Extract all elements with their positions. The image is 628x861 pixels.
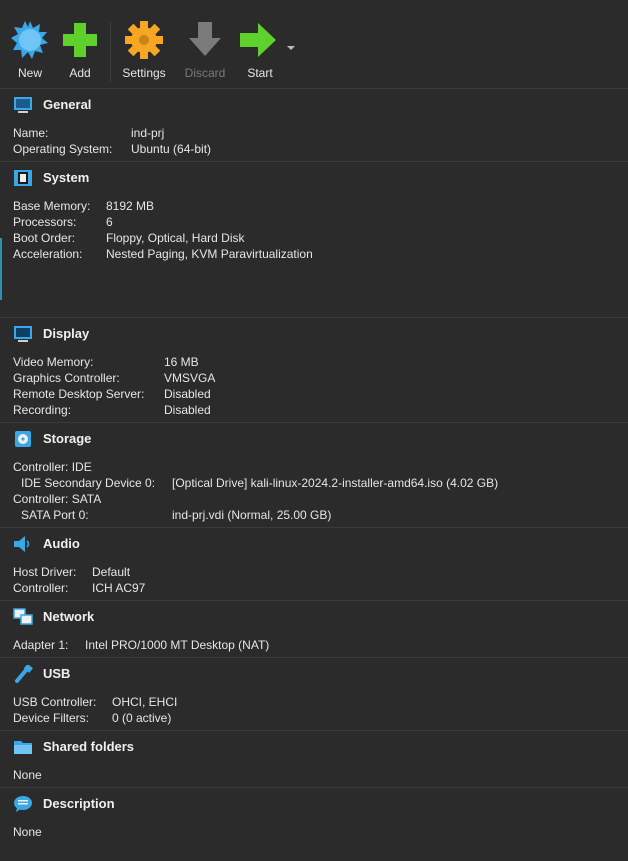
row-value: ind-prj bbox=[131, 126, 165, 140]
row-key: Controller: IDE bbox=[13, 460, 92, 474]
row-key: Processors: bbox=[13, 215, 77, 229]
row-key: IDE Secondary Device 0: bbox=[21, 476, 156, 490]
start-dropdown-arrow-icon[interactable] bbox=[287, 46, 295, 50]
monitor-icon bbox=[14, 97, 32, 113]
row-key: Operating System: bbox=[13, 142, 113, 156]
section-title: Description bbox=[43, 796, 115, 811]
row-value: Ubuntu (64-bit) bbox=[131, 142, 212, 156]
toolbar: New Add Settings Discard Start bbox=[0, 0, 628, 88]
row-key: Recording: bbox=[13, 403, 72, 417]
section-general: General Name: ind-prj Operating System: Ub… bbox=[0, 88, 628, 161]
row-key: Adapter 1: bbox=[13, 638, 69, 652]
section-title: USB bbox=[43, 666, 71, 681]
section-usb: USB USB Controller: OHCI, EHCI Device Fil… bbox=[0, 657, 628, 730]
network-icon bbox=[13, 608, 33, 625]
row-value: VMSVGA bbox=[164, 371, 216, 385]
storage-disk-icon bbox=[15, 431, 31, 447]
section-header[interactable]: System bbox=[0, 162, 628, 192]
row-key: Name: bbox=[13, 126, 49, 140]
row-key: None bbox=[13, 825, 42, 839]
section-network: Network Adapter 1: Intel PRO/1000 MT Desk… bbox=[0, 600, 628, 657]
row-value: Floppy, Optical, Hard Disk bbox=[106, 231, 245, 245]
section-title: Display bbox=[43, 326, 90, 341]
section-description: Description None bbox=[0, 787, 628, 861]
row-key: Video Memory: bbox=[13, 355, 94, 369]
row-key: None bbox=[13, 768, 42, 782]
row-value: OHCI, EHCI bbox=[112, 695, 178, 709]
toolbar-separator bbox=[110, 22, 111, 82]
row-value: ind-prj.vdi (Normal, 25.00 GB) bbox=[172, 508, 332, 522]
row-value: Nested Paging, KVM Paravirtualization bbox=[106, 247, 313, 261]
row-key: Graphics Controller: bbox=[13, 371, 120, 385]
section-audio: Audio Host Driver: Default Controller: ICH… bbox=[0, 527, 628, 600]
add-label: Add bbox=[69, 66, 91, 80]
speech-bubble-icon bbox=[14, 796, 32, 812]
row-key: SATA Port 0: bbox=[21, 508, 89, 522]
section-title: General bbox=[43, 97, 92, 112]
row-value: 8192 MB bbox=[106, 199, 155, 213]
start-label: Start bbox=[247, 66, 273, 80]
row-value: 6 bbox=[106, 215, 113, 229]
section-header[interactable]: General bbox=[0, 89, 628, 119]
discard-arrow-down-icon bbox=[189, 22, 221, 56]
section-header[interactable]: Storage bbox=[0, 423, 628, 453]
section-title: System bbox=[43, 170, 90, 185]
row-value: 16 MB bbox=[164, 355, 199, 369]
row-key: Controller: SATA bbox=[13, 492, 102, 506]
row-key: Host Driver: bbox=[13, 565, 77, 579]
add-icon bbox=[63, 23, 97, 57]
row-key: Remote Desktop Server: bbox=[13, 387, 145, 401]
section-display: Display Video Memory: 16 MB Graphics Cont… bbox=[0, 317, 628, 422]
usb-icon bbox=[15, 665, 33, 683]
row-key: Device Filters: bbox=[13, 711, 90, 725]
section-header[interactable]: Network bbox=[0, 601, 628, 631]
row-value: [Optical Drive] kali-linux-2024.2-instal… bbox=[172, 476, 499, 490]
section-header[interactable]: Display bbox=[0, 318, 628, 348]
row-key: Base Memory: bbox=[13, 199, 91, 213]
section-storage: Storage Controller: IDE IDE Secondary De… bbox=[0, 422, 628, 527]
new-icon bbox=[11, 21, 48, 59]
discard-label: Discard bbox=[184, 66, 226, 80]
section-title: Storage bbox=[43, 431, 92, 446]
gear-icon bbox=[125, 21, 163, 59]
section-header[interactable]: Audio bbox=[0, 528, 628, 558]
row-key: Acceleration: bbox=[13, 247, 83, 261]
row-key: Boot Order: bbox=[13, 231, 76, 245]
section-header[interactable]: Shared folders bbox=[0, 731, 628, 761]
section-header[interactable]: Description bbox=[0, 788, 628, 818]
row-value: ICH AC97 bbox=[92, 581, 146, 595]
row-value: 0 (0 active) bbox=[112, 711, 172, 725]
row-key: Controller: bbox=[13, 581, 69, 595]
section-title: Audio bbox=[43, 536, 80, 551]
section-header[interactable]: USB bbox=[0, 658, 628, 688]
settings-label: Settings bbox=[122, 66, 166, 80]
start-arrow-right-icon bbox=[240, 23, 276, 57]
display-icon bbox=[14, 326, 32, 342]
row-value: Intel PRO/1000 MT Desktop (NAT) bbox=[85, 638, 270, 652]
row-value: Disabled bbox=[164, 387, 211, 401]
speaker-icon bbox=[14, 536, 30, 552]
section-system: System Base Memory: 8192 MB Processors: 6 … bbox=[0, 161, 628, 317]
new-label: New bbox=[17, 66, 42, 80]
row-key: USB Controller: bbox=[13, 695, 97, 709]
row-value: Disabled bbox=[164, 403, 211, 417]
section-shared-folders: Shared folders None bbox=[0, 730, 628, 787]
row-value: Default bbox=[92, 565, 131, 579]
section-title: Shared folders bbox=[43, 739, 135, 754]
folder-icon bbox=[14, 741, 32, 754]
section-title: Network bbox=[43, 609, 95, 624]
chip-icon bbox=[14, 170, 32, 186]
vm-details-window: New Add Settings Discard Start General N… bbox=[0, 0, 628, 861]
